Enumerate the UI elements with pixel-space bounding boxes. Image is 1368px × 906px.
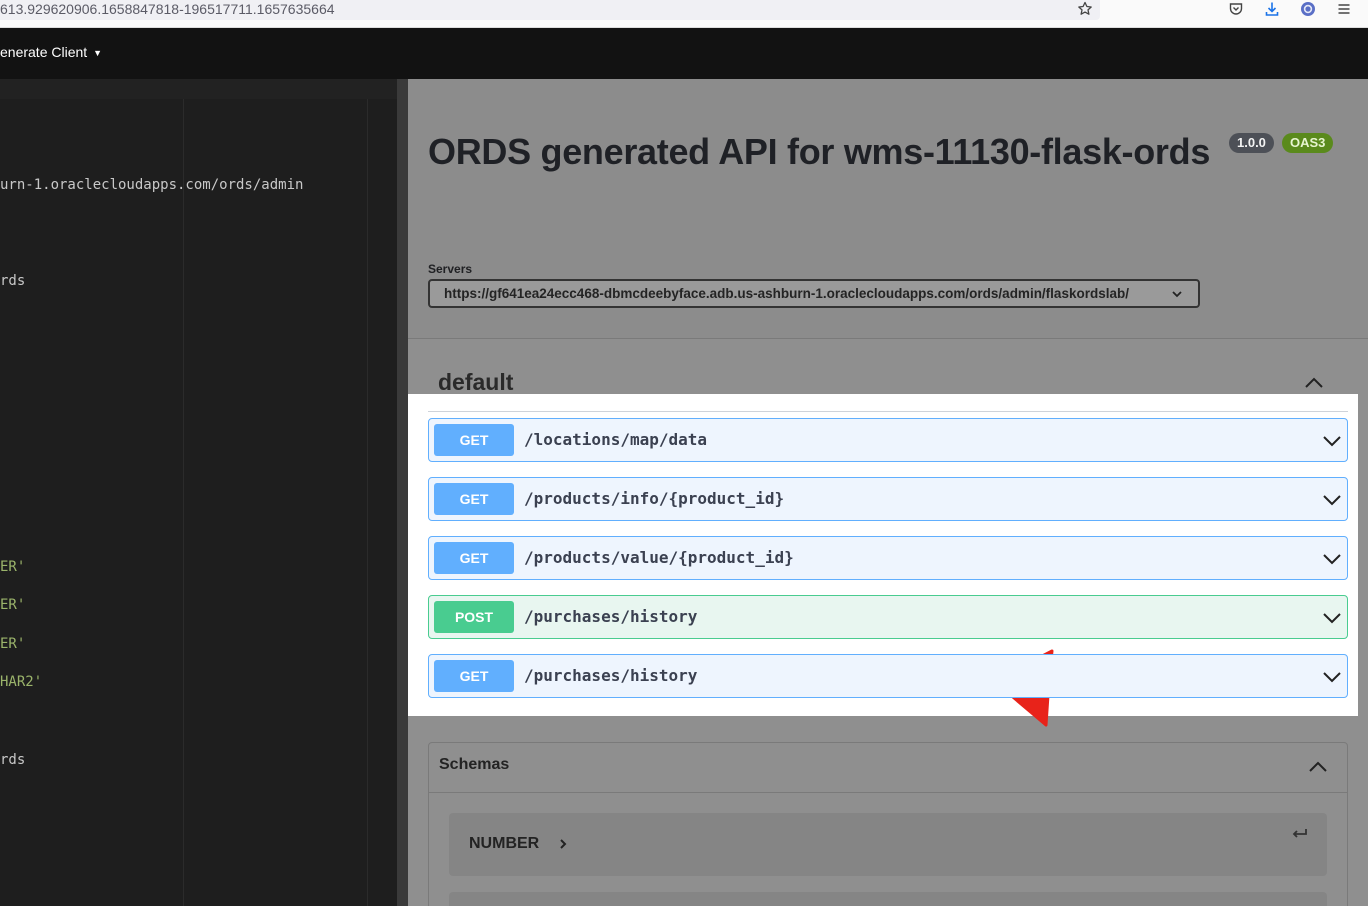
chevron-down-icon	[1172, 291, 1182, 298]
operation-path: /locations/map/data	[524, 430, 708, 449]
caret-down-icon: ▼	[93, 48, 103, 59]
swagger-preview: ORDS generated API for wms-11130-flask-o…	[408, 79, 1368, 906]
pocket-icon[interactable]	[1226, 0, 1246, 18]
operation-path: /products/value/{product_id}	[524, 548, 794, 567]
api-info-header: ORDS generated API for wms-11130-flask-o…	[408, 79, 1368, 339]
code-line: rds	[0, 273, 26, 289]
api-title: ORDS generated API for wms-11130-flask-o…	[428, 131, 1211, 172]
operation-post-purchases-history[interactable]: POST /purchases/history	[428, 595, 1348, 639]
servers-label: Servers	[428, 262, 473, 276]
operation-path: /products/info/{product_id}	[524, 489, 785, 508]
indent-guide	[367, 99, 368, 906]
schemas-section: Schemas NUMBER	[428, 742, 1348, 906]
indent-guide	[183, 99, 184, 906]
operations-highlight: GET /locations/map/data GET /products/in…	[408, 394, 1358, 727]
code-line: ER'	[0, 636, 26, 652]
operation-path: /purchases/history	[524, 607, 698, 626]
section-divider	[428, 411, 1348, 412]
schema-item-number[interactable]: NUMBER	[449, 813, 1327, 876]
code-line: rds	[0, 752, 26, 768]
chevron-down-icon[interactable]	[1322, 667, 1342, 687]
schema-item[interactable]	[449, 892, 1327, 906]
operation-get-purchases-history[interactable]: GET /purchases/history	[428, 654, 1348, 698]
enter-icon[interactable]	[1291, 827, 1309, 841]
star-icon[interactable]	[1075, 0, 1095, 18]
chevron-down-icon[interactable]	[1322, 431, 1342, 451]
chevron-up-icon[interactable]	[1307, 759, 1329, 775]
operation-get-products-value[interactable]: GET /products/value/{product_id}	[428, 536, 1348, 727]
address-bar[interactable]: 613.929620906.1658847818-196517711.16576…	[0, 0, 1100, 20]
oas-badge: OAS3	[1282, 133, 1334, 153]
default-section-title[interactable]: default	[438, 369, 513, 396]
servers-select[interactable]: https://gf641ea24ecc468-dbmcdeebyface.ad…	[428, 279, 1200, 308]
chevron-down-icon[interactable]	[1322, 549, 1342, 569]
operation-get-products-info[interactable]: GET /products/info/{product_id}	[428, 477, 1348, 521]
pane-scrollbar[interactable]	[397, 79, 408, 906]
method-badge: GET	[434, 660, 514, 692]
chevron-down-icon[interactable]	[1322, 490, 1342, 510]
code-line: urn-1.oraclecloudapps.com/ords/admin	[0, 177, 304, 193]
server-url: https://gf641ea24ecc468-dbmcdeebyface.ad…	[444, 286, 1129, 301]
code-line: ER'	[0, 597, 26, 613]
generate-client-label: enerate Client	[0, 44, 88, 60]
section-divider	[429, 792, 1347, 793]
schema-name: NUMBER	[469, 835, 540, 852]
account-icon[interactable]	[1298, 0, 1318, 18]
method-badge: POST	[434, 601, 514, 633]
download-icon[interactable]	[1262, 0, 1282, 18]
method-badge: GET	[434, 424, 514, 456]
chevron-up-icon[interactable]	[1303, 375, 1325, 391]
editor-gutter-header	[0, 79, 397, 99]
code-line: HAR2'	[0, 674, 43, 690]
operation-get-locations-map-data[interactable]: GET /locations/map/data	[428, 418, 1348, 462]
method-badge: GET	[434, 483, 514, 515]
menu-icon[interactable]	[1334, 0, 1354, 18]
chevron-right-icon[interactable]	[557, 837, 569, 851]
editor-menu-bar: enerate Client ▼	[0, 28, 1368, 79]
generate-client-menu[interactable]: enerate Client ▼	[0, 44, 102, 60]
address-bar-text: 613.929620906.1658847818-196517711.16576…	[0, 1, 335, 17]
schemas-title[interactable]: Schemas	[439, 756, 509, 774]
code-line: ER'	[0, 559, 26, 575]
method-badge: GET	[434, 542, 514, 574]
chevron-down-icon[interactable]	[1322, 608, 1342, 628]
browser-toolbar: 613.929620906.1658847818-196517711.16576…	[0, 0, 1368, 28]
version-badge: 1.0.0	[1229, 133, 1274, 153]
operation-path: /purchases/history	[524, 666, 698, 685]
code-editor[interactable]: urn-1.oraclecloudapps.com/ords/admin rds…	[0, 79, 397, 906]
